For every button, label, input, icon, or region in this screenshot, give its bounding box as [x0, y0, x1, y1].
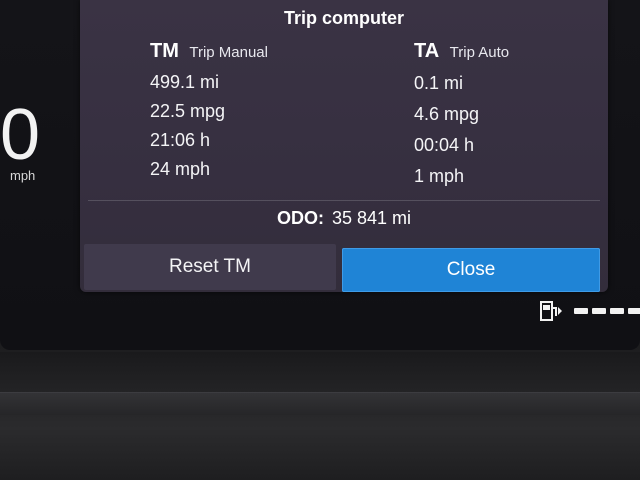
trip-auto-code: TA — [414, 40, 440, 62]
trip-auto-economy: 4.6 mpg — [414, 104, 480, 124]
odometer-label: ODO: — [276, 208, 324, 228]
trip-auto-column: TA Trip Auto 0.1 mi 4.6 mpg 00:04 h 1 mp… — [414, 40, 509, 192]
trip-manual-economy: 22.5 mpg — [150, 101, 226, 121]
fuel-segment — [592, 308, 606, 314]
fuel-pump-icon — [540, 301, 562, 321]
odometer-readout: ODO: 35 841 mi — [80, 208, 608, 229]
instrument-cluster-screen: 0 mph Trip computer TM Trip Manual 499.1… — [0, 0, 640, 350]
fuel-segment — [574, 308, 588, 314]
speed-readout: 0 — [0, 95, 40, 175]
odometer-value: 35 841 mi — [331, 208, 412, 228]
dashboard-ridge — [0, 392, 640, 415]
dialog-title: Trip computer — [283, 8, 404, 28]
trip-manual-distance: 499.1 mi — [150, 72, 220, 92]
speed-unit-label: mph — [10, 168, 36, 183]
trip-auto-name: Trip Auto — [449, 44, 510, 61]
trip-manual-header: TM Trip Manual — [150, 40, 268, 68]
dashboard-trim — [0, 352, 640, 480]
fuel-segment — [610, 308, 624, 314]
trip-computer-dialog: Trip computer TM Trip Manual 499.1 mi 22… — [80, 0, 608, 292]
dialog-divider — [88, 200, 600, 201]
fuel-level-bar — [574, 308, 640, 314]
trip-auto-avg-speed: 1 mph — [414, 166, 465, 186]
trip-auto-time: 00:04 h — [414, 135, 475, 155]
reset-tm-button[interactable]: Reset TM — [84, 244, 336, 290]
trip-manual-time: 21:06 h — [150, 130, 211, 150]
trip-manual-code: TM — [150, 40, 179, 62]
trip-manual-avg-speed: 24 mph — [150, 159, 211, 179]
trip-manual-column: TM Trip Manual 499.1 mi 22.5 mpg 21:06 h… — [150, 40, 268, 184]
trip-manual-name: Trip Manual — [189, 44, 268, 61]
dashboard-scene: 0 mph Trip computer TM Trip Manual 499.1… — [0, 0, 640, 480]
fuel-segment — [628, 308, 640, 314]
close-button[interactable]: Close — [342, 248, 600, 292]
trip-auto-header: TA Trip Auto — [414, 40, 509, 68]
trip-auto-distance: 0.1 mi — [414, 73, 464, 93]
